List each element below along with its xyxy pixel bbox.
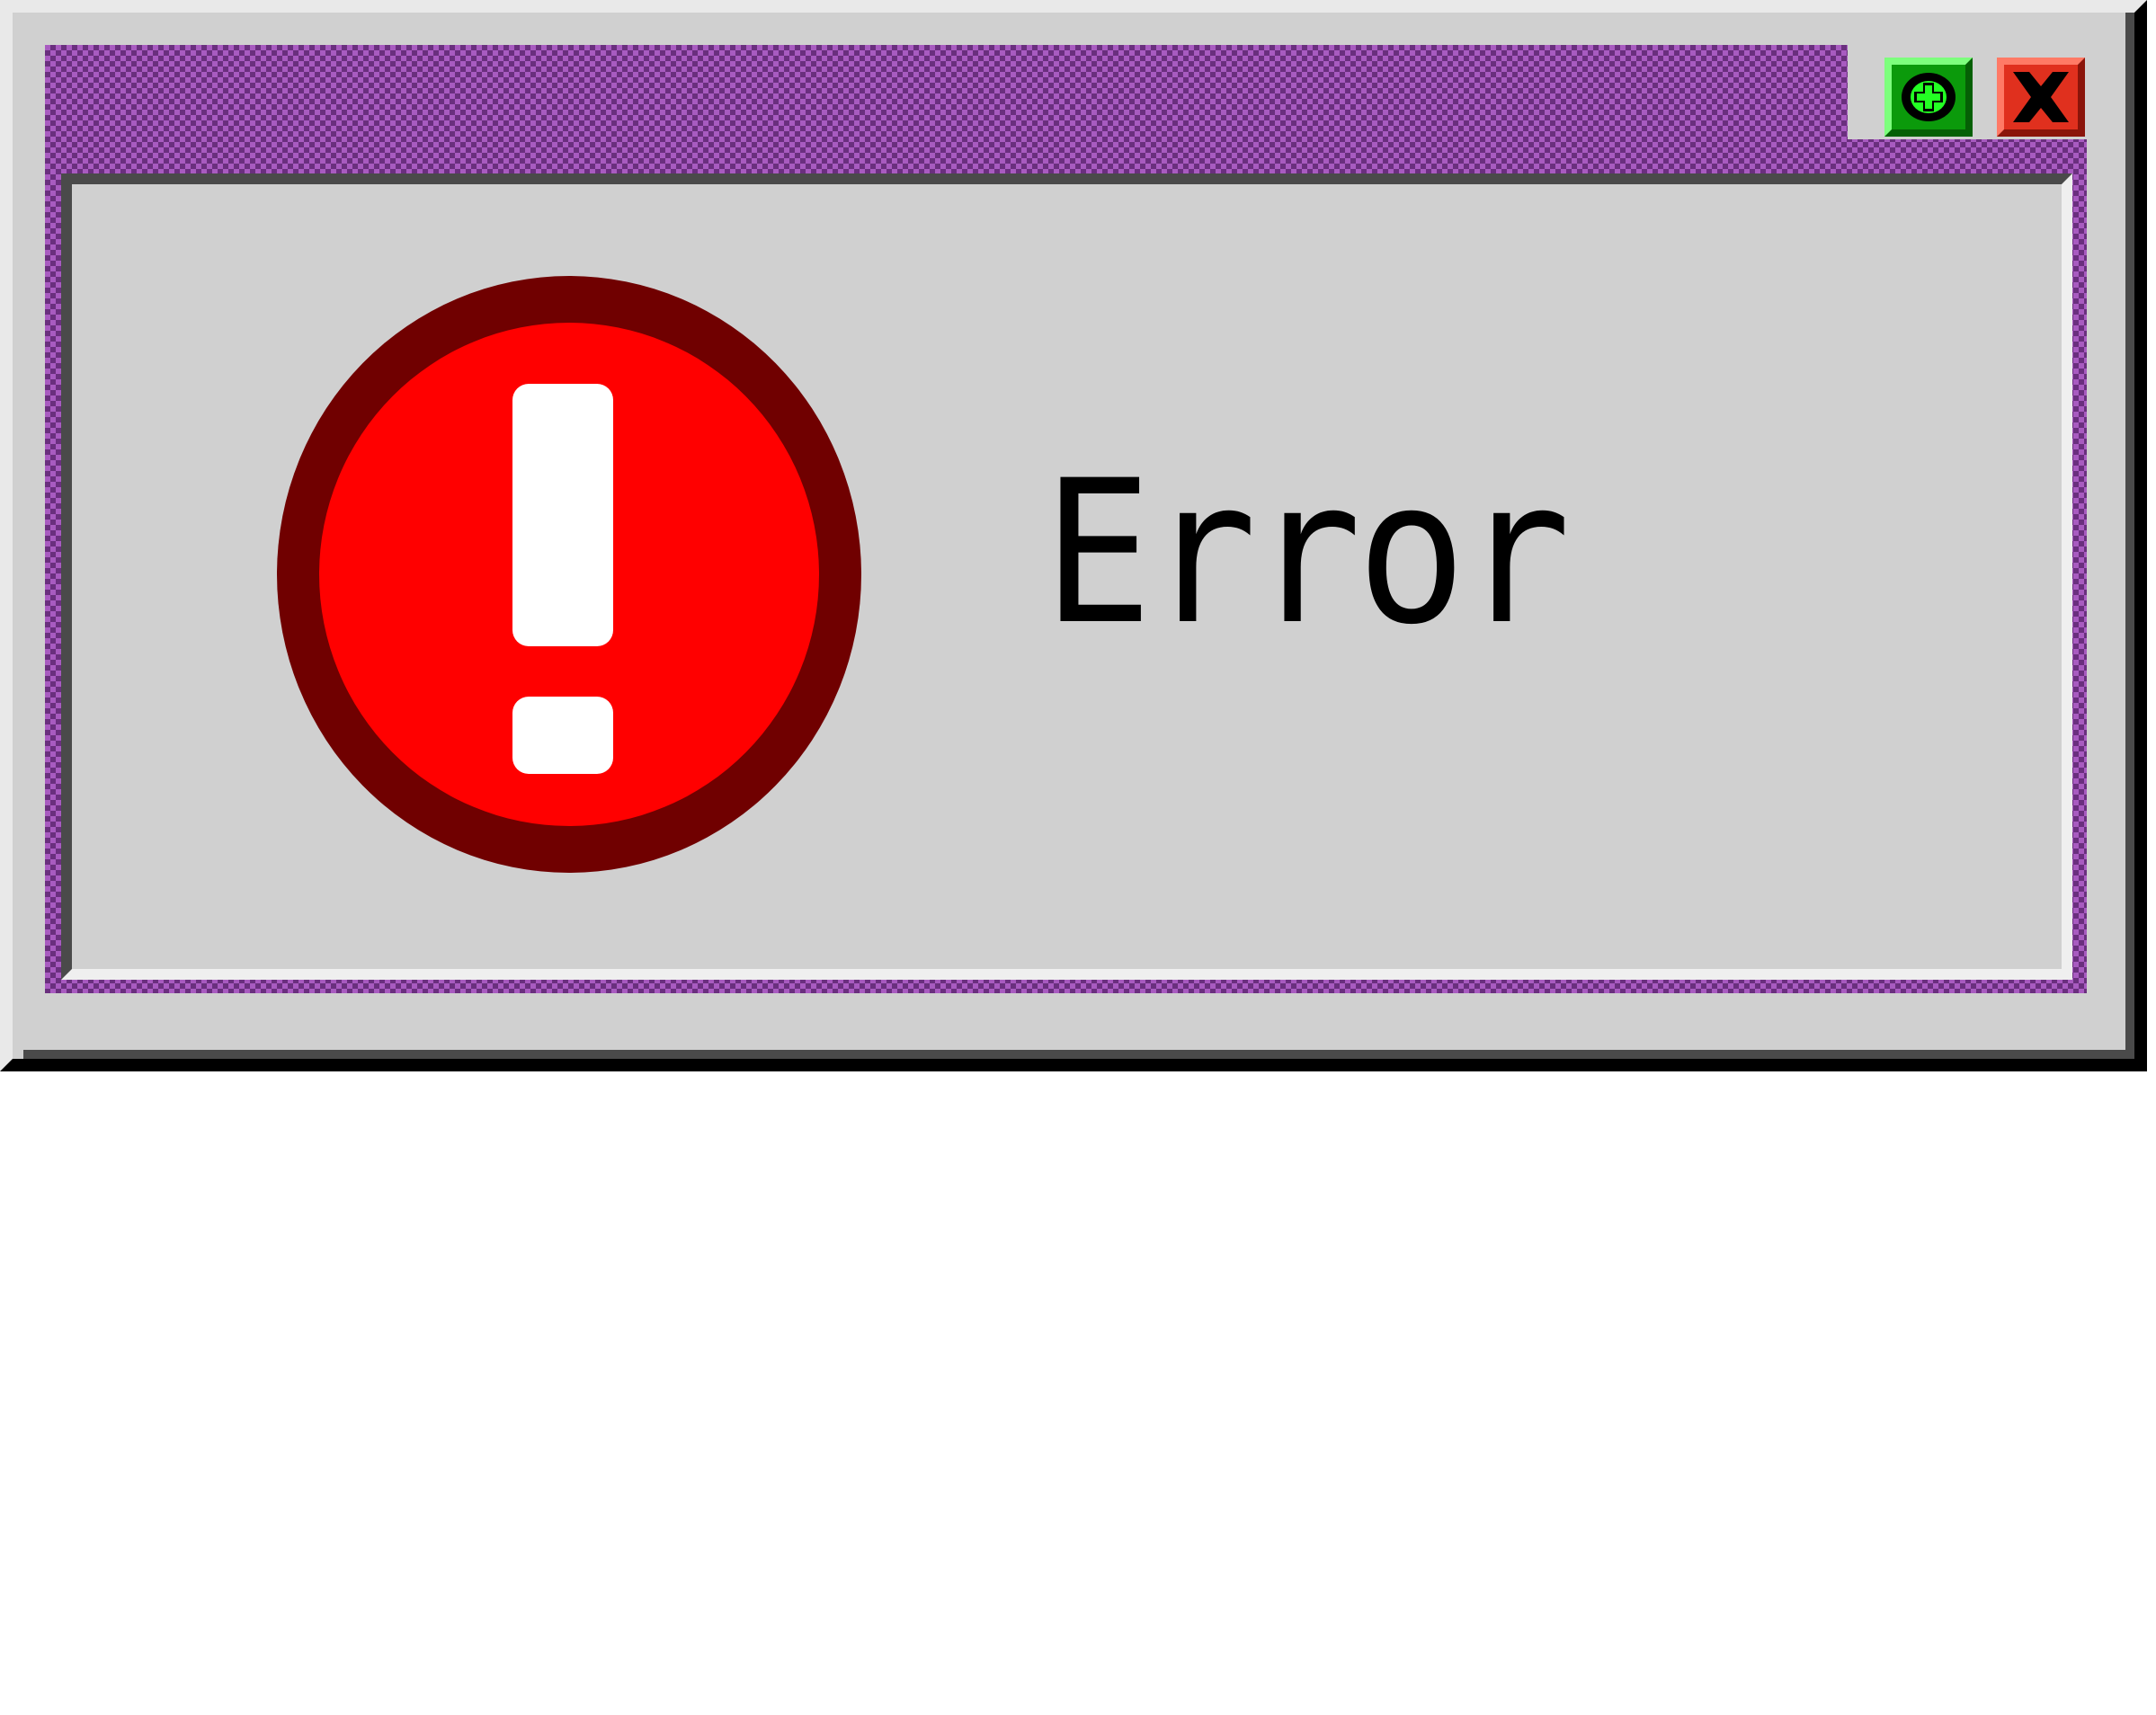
plus-circle-icon [1902, 73, 1956, 121]
page: Error [0, 0, 2156, 1715]
minimize-button[interactable] [1884, 58, 1973, 137]
close-button[interactable] [1997, 58, 2085, 137]
error-exclamation-icon [275, 274, 863, 875]
error-message-text: Error [1043, 438, 1571, 668]
close-x-icon [2013, 72, 2069, 122]
